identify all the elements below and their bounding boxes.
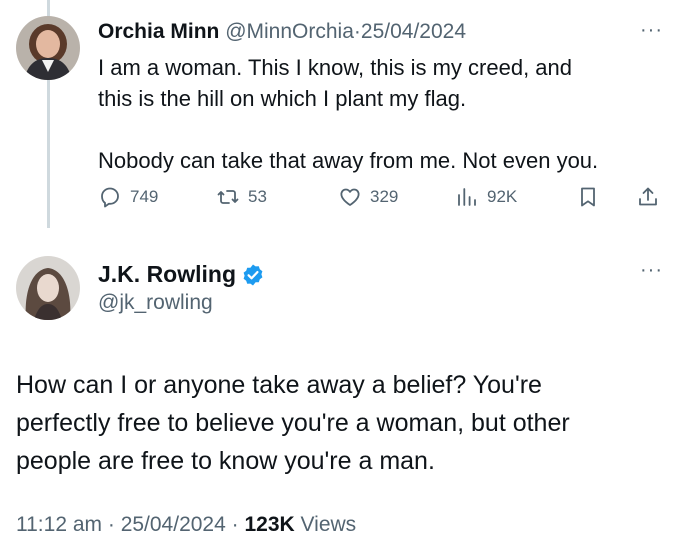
reply-date[interactable]: 25/04/2024 bbox=[361, 20, 466, 43]
repost-count: 53 bbox=[248, 187, 267, 206]
reply-author-name[interactable]: Orchia Minn bbox=[98, 20, 219, 43]
main-text-line: people are free to know you're a man. bbox=[16, 447, 435, 475]
main-separator: · bbox=[231, 513, 239, 536]
main-author-name[interactable]: J.K. Rowling bbox=[98, 261, 265, 288]
like-count: 329 bbox=[370, 187, 399, 206]
main-views-count[interactable]: 123K bbox=[244, 513, 294, 536]
share-icon bbox=[639, 187, 657, 206]
views-button[interactable]: 92K bbox=[455, 185, 517, 209]
main-tweet-meta: 11:12 am · 25/04/2024 · 123K Views bbox=[16, 513, 356, 537]
main-handle[interactable]: @jk_rowling bbox=[98, 291, 213, 315]
repost-button[interactable]: 53 bbox=[216, 185, 267, 209]
main-views-label[interactable]: Views bbox=[301, 513, 357, 536]
share-button[interactable] bbox=[636, 185, 668, 209]
reply-text-line: I am a woman. This I know, this is my cr… bbox=[98, 55, 573, 80]
bookmark-button[interactable] bbox=[576, 185, 608, 209]
verified-badge-icon[interactable] bbox=[241, 263, 265, 287]
bookmark-icon bbox=[581, 187, 595, 207]
reply-action-bar: 749 53 329 92K bbox=[98, 185, 668, 215]
reply-header: Orchia Minn @MinnOrchia·25/04/2024 bbox=[98, 20, 466, 44]
reply-separator: · bbox=[353, 20, 361, 43]
main-date[interactable]: 25/04/2024 bbox=[121, 513, 226, 536]
reply-text-line: Nobody can take that away from me. Not e… bbox=[98, 148, 599, 173]
more-icon[interactable]: ··· bbox=[640, 19, 663, 42]
views-icon bbox=[458, 188, 476, 206]
main-text-line: How can I or anyone take away a belief? … bbox=[16, 371, 542, 399]
reply-icon bbox=[101, 187, 119, 208]
reply-text-line: this is the hill on which I plant my fla… bbox=[98, 86, 467, 111]
reply-handle[interactable]: @MinnOrchia bbox=[225, 20, 354, 43]
like-icon bbox=[340, 188, 360, 206]
avatar-jk-rowling[interactable] bbox=[16, 256, 80, 320]
reply-button[interactable]: 749 bbox=[98, 185, 158, 209]
main-separator: · bbox=[107, 513, 115, 536]
main-tweet-text: How can I or anyone take away a belief? … bbox=[16, 366, 656, 480]
reply-text: I am a woman. This I know, this is my cr… bbox=[98, 52, 668, 176]
like-button[interactable]: 329 bbox=[338, 185, 398, 209]
views-count: 92K bbox=[487, 187, 518, 206]
more-icon[interactable]: ··· bbox=[640, 259, 663, 282]
main-text-line: perfectly free to believe you're a woman… bbox=[16, 409, 570, 437]
main-time[interactable]: 11:12 am bbox=[16, 513, 102, 536]
avatar-orchia-minn[interactable] bbox=[16, 16, 80, 80]
main-author-name-text: J.K. Rowling bbox=[98, 261, 236, 287]
repost-icon bbox=[217, 190, 239, 204]
reply-count: 749 bbox=[130, 187, 159, 206]
